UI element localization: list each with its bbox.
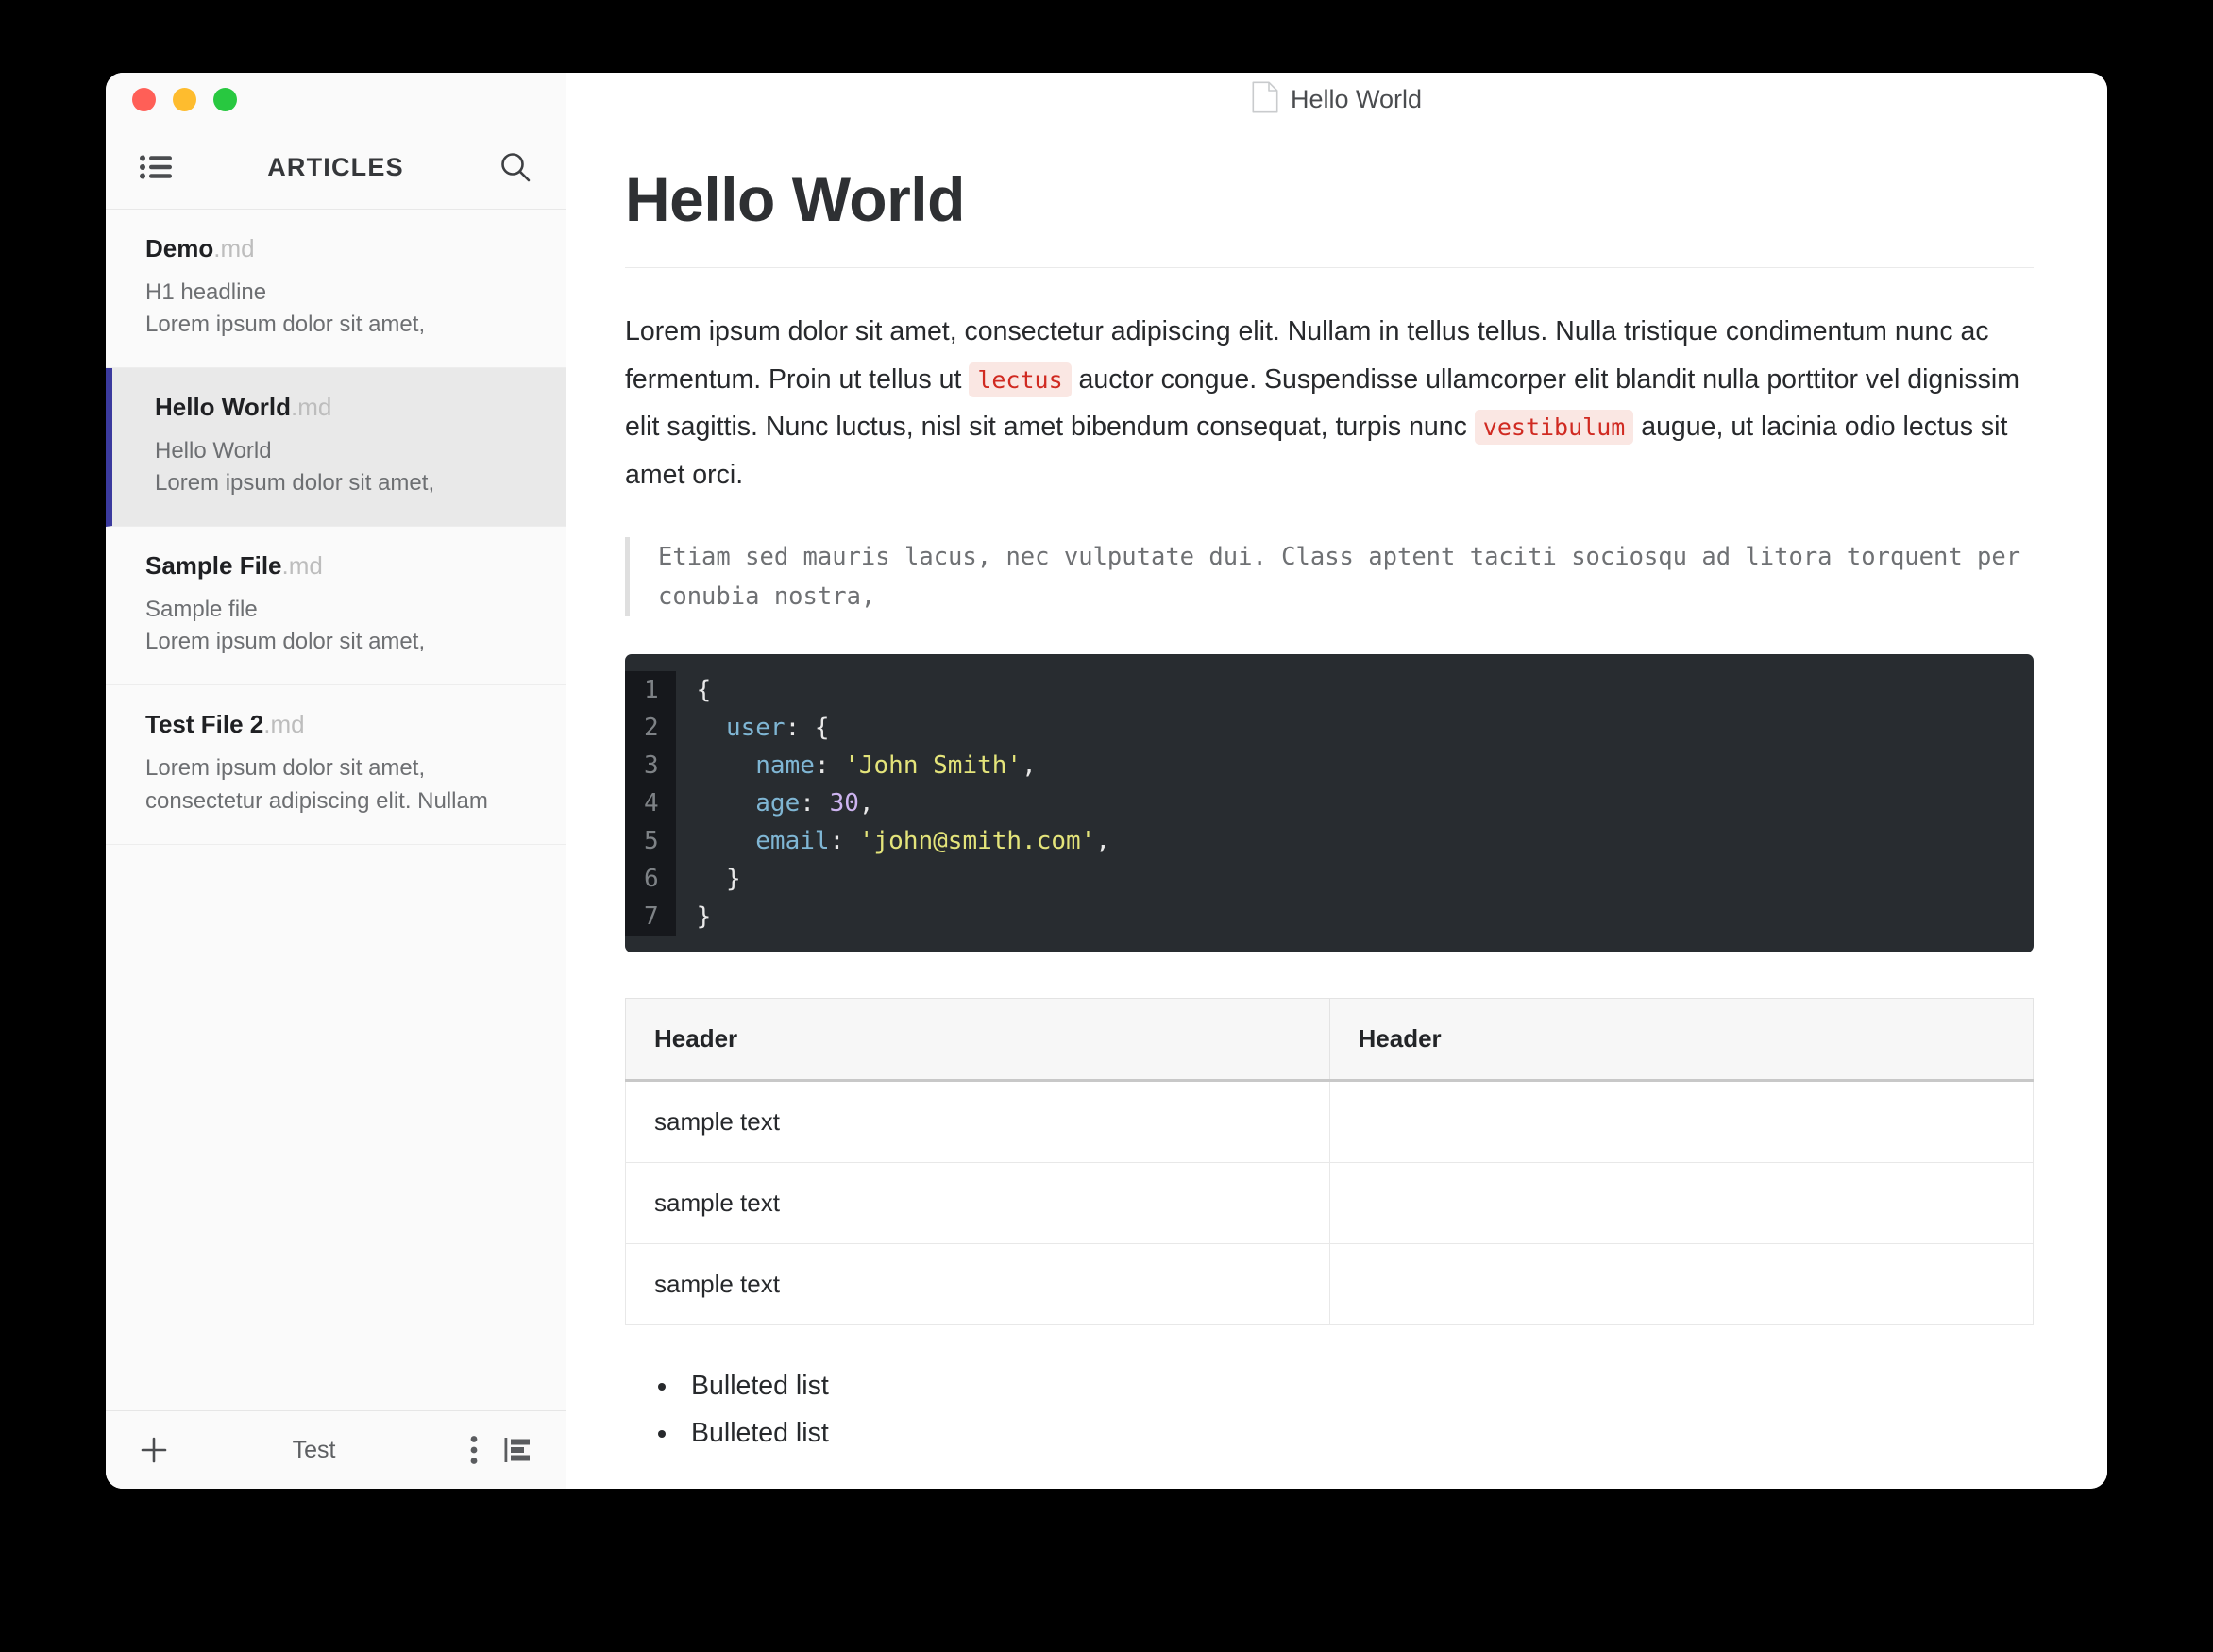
sidebar-header: ARTICLES <box>106 126 566 210</box>
file-preview-line-1: H1 headline <box>145 279 267 305</box>
bulleted-list: Bulleted list Bulleted list <box>625 1363 2034 1456</box>
list-item[interactable]: Demo.md H1 headline Lorem ipsum dolor si… <box>106 210 566 369</box>
title-divider <box>625 266 2034 268</box>
code-token: , <box>1022 751 1037 781</box>
app-window: ARTICLES Demo.md H1 headline Lorem ipsum… <box>106 73 2107 1489</box>
content-pane: Hello World Hello World Lorem ipsum dolo… <box>566 73 2107 1489</box>
table-header-cell: Header <box>625 998 1330 1083</box>
code-token: user <box>725 714 786 743</box>
table-row: sample text <box>625 1243 2034 1326</box>
file-preview-line-1: Hello World <box>155 438 272 464</box>
file-name: Hello World.md <box>155 393 532 422</box>
data-table: Header Header sample text sample text sa… <box>625 998 2034 1326</box>
window-traffic-lights <box>106 73 566 126</box>
file-preview-line-1: Sample file <box>145 597 258 623</box>
code-token: 30 <box>829 789 859 818</box>
file-extension: .md <box>281 551 323 581</box>
code-token: : <box>814 751 845 781</box>
desktop-background: ARTICLES Demo.md H1 headline Lorem ipsum… <box>0 0 2213 1652</box>
sidebar: ARTICLES Demo.md H1 headline Lorem ipsum… <box>106 73 566 1489</box>
code-token: email <box>755 827 830 856</box>
file-preview-line-2: consectetur adipiscing elit. Nullam <box>145 787 488 814</box>
table-row: sample text <box>625 1080 2034 1164</box>
file-preview-line-2: Lorem ipsum dolor sit amet, <box>155 470 435 497</box>
code-token: } <box>696 902 712 932</box>
document-titlebar: Hello World <box>566 73 2107 126</box>
code-token: { <box>696 676 712 705</box>
file-name: Demo.md <box>145 234 532 263</box>
file-name: Sample File.md <box>145 551 532 581</box>
blockquote: Etiam sed mauris lacus, nec vulputate du… <box>625 536 2034 617</box>
table-header-cell: Header <box>1328 998 2034 1083</box>
list-icon[interactable] <box>134 145 177 189</box>
list-item: Bulleted list <box>680 1363 2034 1409</box>
file-basename: Demo <box>145 234 214 262</box>
add-note-button[interactable] <box>132 1428 176 1472</box>
table-body: sample text sample text sample text <box>625 1080 2034 1326</box>
table-cell: sample text <box>625 1162 1330 1245</box>
table-cell <box>1328 1080 2034 1164</box>
code-block: 1 2 3 4 5 6 7 { user: { name: 'John Smit… <box>625 654 2034 953</box>
code-content: { user: { name: 'John Smith', age: 30, e… <box>676 671 2034 936</box>
file-list[interactable]: Demo.md H1 headline Lorem ipsum dolor si… <box>106 210 566 1410</box>
table-row: sample text <box>625 1162 2034 1245</box>
file-extension: .md <box>213 234 255 262</box>
code-token: : <box>829 827 859 856</box>
sidebar-footer: Test <box>106 1410 566 1489</box>
file-name: Test File 2.md <box>145 710 532 739</box>
code-token: 'john@smith.com' <box>858 827 1096 856</box>
code-token: : { <box>785 714 830 743</box>
more-vertical-icon[interactable] <box>452 1428 496 1472</box>
inline-code-vestibulum: vestibulum <box>1474 410 1634 446</box>
list-item[interactable]: Test File 2.md Lorem ipsum dolor sit ame… <box>106 685 566 845</box>
file-preview-line-2: Lorem ipsum dolor sit amet, <box>145 312 426 338</box>
zoom-window-button[interactable] <box>213 87 237 111</box>
table-cell <box>1328 1243 2034 1326</box>
table-cell <box>1328 1162 2034 1245</box>
list-item: Bulleted list <box>680 1410 2034 1457</box>
file-preview-line-1: Lorem ipsum dolor sit amet, <box>145 755 426 782</box>
code-token: , <box>858 789 874 818</box>
code-token: , <box>1095 827 1110 856</box>
file-basename: Hello World <box>155 393 291 422</box>
file-extension: .md <box>263 710 305 739</box>
file-preview-line-2: Lorem ipsum dolor sit amet, <box>145 629 426 655</box>
body-paragraph: Lorem ipsum dolor sit amet, consectetur … <box>625 308 2034 499</box>
sidebar-title: ARTICLES <box>267 152 404 181</box>
code-token: age <box>755 789 801 818</box>
code-token: 'John Smith' <box>844 751 1022 781</box>
close-window-button[interactable] <box>132 87 156 111</box>
table-head: Header Header <box>625 998 2034 1083</box>
table-cell: sample text <box>625 1243 1330 1326</box>
document-body: Hello World Lorem ipsum dolor sit amet, … <box>566 126 2107 1489</box>
file-extension: .md <box>290 393 332 422</box>
inline-code-lectus: lectus <box>969 362 1072 397</box>
panel-layout-icon[interactable] <box>496 1428 539 1472</box>
minimize-window-button[interactable] <box>173 87 196 111</box>
file-basename: Test File 2 <box>145 710 264 739</box>
code-line-numbers: 1 2 3 4 5 6 7 <box>625 671 676 936</box>
table-header-row: Header Header <box>625 998 2034 1083</box>
code-token: name <box>755 751 815 781</box>
file-basename: Sample File <box>145 551 282 581</box>
list-item[interactable]: Sample File.md Sample file Lorem ipsum d… <box>106 527 566 686</box>
sidebar-footer-label: Test <box>292 1436 336 1463</box>
search-icon[interactable] <box>494 145 537 189</box>
list-item-selected[interactable]: Hello World.md Hello World Lorem ipsum d… <box>106 368 566 528</box>
page-title: Hello World <box>625 164 965 234</box>
code-token: : <box>800 789 830 818</box>
document-icon <box>1252 81 1278 118</box>
table-cell: sample text <box>625 1080 1330 1164</box>
document-title: Hello World <box>1290 84 1423 113</box>
code-token: } <box>696 865 741 894</box>
